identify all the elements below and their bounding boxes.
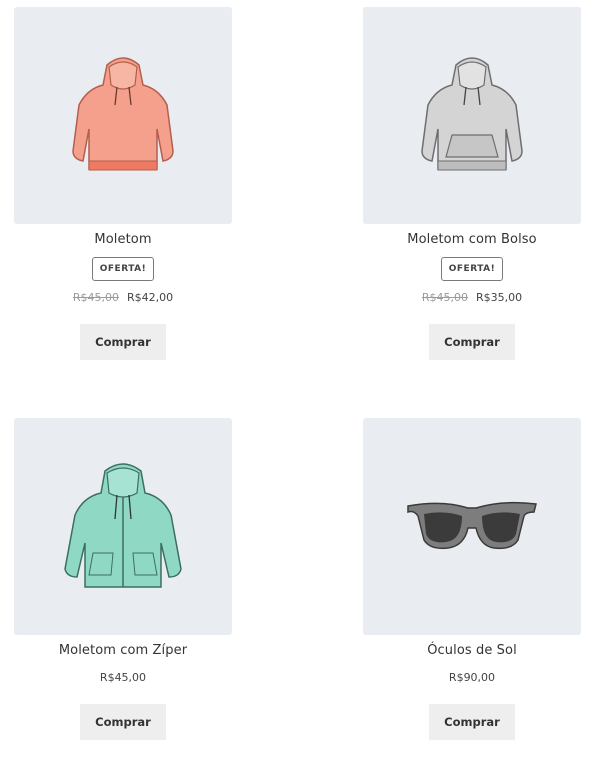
product-image[interactable] [363,7,581,224]
product-title[interactable]: Moletom [14,232,232,248]
hoodie-coral-icon [72,56,174,170]
current-price: R$42,00 [127,291,174,304]
buy-button[interactable]: Comprar [80,704,166,740]
product-card: Moletom com Zíper R$45,00 Comprar [14,418,232,740]
buy-button[interactable]: Comprar [429,324,515,360]
buy-button[interactable]: Comprar [429,704,515,740]
sunglasses-icon [407,501,537,549]
old-price: R$45,00 [421,291,468,304]
product-grid: Moletom OFERTA! R$45,00 R$42,00 Comprar M… [0,0,604,760]
product-price: R$90,00 [363,671,581,685]
buy-button[interactable]: Comprar [80,324,166,360]
product-title[interactable]: Moletom com Zíper [14,643,232,659]
current-price: R$35,00 [476,291,523,304]
current-price: R$90,00 [448,671,496,684]
hoodie-grey-pocket-icon [421,56,523,170]
product-title[interactable]: Óculos de Sol [363,643,581,659]
product-card: Moletom OFERTA! R$45,00 R$42,00 Comprar [14,7,232,360]
product-image[interactable] [14,418,232,635]
sale-badge: OFERTA! [440,257,504,281]
sale-badge: OFERTA! [91,257,155,281]
product-card: Moletom com Bolso OFERTA! R$45,00 R$35,00… [363,7,581,360]
product-price: R$45,00 [14,671,232,685]
product-title[interactable]: Moletom com Bolso [363,232,581,248]
product-price: R$45,00 R$42,00 [14,291,232,305]
product-price: R$45,00 R$35,00 [363,291,581,305]
hoodie-mint-zipper-icon [64,462,182,588]
old-price: R$45,00 [72,291,119,304]
current-price: R$45,00 [99,671,147,684]
product-image[interactable] [14,7,232,224]
product-image[interactable] [363,418,581,635]
product-card: Óculos de Sol R$90,00 Comprar [363,418,581,740]
